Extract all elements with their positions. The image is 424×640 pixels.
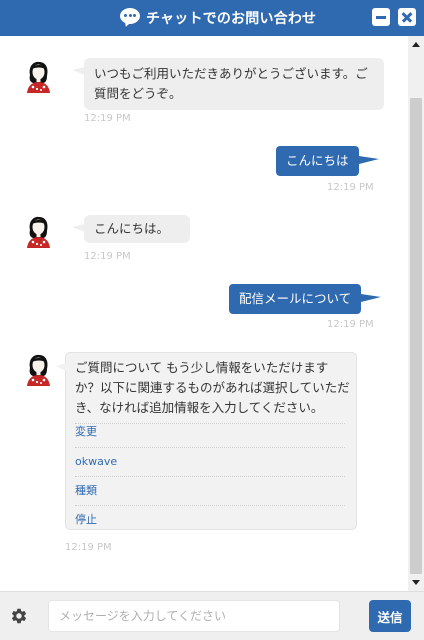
message-time: 12:19 PM <box>327 182 374 193</box>
operator-avatar-icon <box>27 61 50 93</box>
message-text: 配信メールについて <box>239 291 352 306</box>
scroll-thumb[interactable] <box>410 98 422 574</box>
operator-message: いつもご利用いただきありがとうございます。ご質問をどうぞ。 <box>72 58 384 110</box>
option-link-stop[interactable]: 停止 <box>75 505 345 534</box>
message-text: こんにちは。 <box>94 221 170 236</box>
scrollbar[interactable] <box>408 36 424 591</box>
message-time: 12:19 PM <box>84 251 131 262</box>
operator-avatar-icon <box>27 354 50 386</box>
message-input[interactable] <box>48 600 340 632</box>
message-time: 12:19 PM <box>327 319 374 330</box>
title-wrap: チャットでのお問い合わせ <box>120 7 316 29</box>
option-link-type[interactable]: 種類 <box>75 476 345 505</box>
option-message-card: ご質問について もう少し情報をいただけますか？以下に関連するものがあれば選択して… <box>56 352 357 530</box>
option-link-okwave[interactable]: okwave <box>75 447 345 476</box>
operator-message: こんにちは。 <box>72 215 190 243</box>
gear-icon[interactable] <box>10 607 28 625</box>
composer-bar: 送信 <box>0 591 424 640</box>
message-text: いつもご利用いただきありがとうございます。ご質問をどうぞ。 <box>94 66 368 101</box>
user-message: こんにちは <box>276 146 378 176</box>
message-list[interactable]: いつもご利用いただきありがとうございます。ご質問をどうぞ。 12:19 PM こ… <box>0 36 408 591</box>
option-link-change[interactable]: 変更 <box>75 417 345 446</box>
operator-avatar-icon <box>27 216 50 248</box>
send-button[interactable]: 送信 <box>369 600 411 632</box>
user-message: 配信メールについて <box>229 284 382 314</box>
window-title: チャットでのお問い合わせ <box>146 11 317 27</box>
scroll-up-arrow-icon[interactable] <box>410 39 422 51</box>
message-time: 12:19 PM <box>84 113 131 124</box>
scroll-down-arrow-icon[interactable] <box>410 576 422 588</box>
chat-bubble-icon <box>120 8 142 29</box>
message-text: こんにちは <box>286 153 349 168</box>
minimize-button[interactable] <box>372 8 390 26</box>
message-text: ご質問について もう少し情報をいただけますか？以下に関連するものがあれば選択して… <box>75 360 350 415</box>
title-bar: チャットでのお問い合わせ <box>0 0 424 36</box>
close-button[interactable] <box>398 8 416 26</box>
message-time: 12:19 PM <box>65 542 112 553</box>
